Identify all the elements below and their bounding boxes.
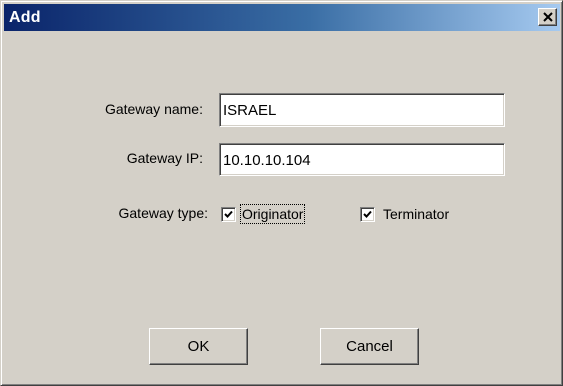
- checkmark-icon: [224, 210, 233, 218]
- title-bar[interactable]: Add: [4, 4, 560, 31]
- gateway-ip-input[interactable]: [223, 149, 493, 171]
- gateway-type-label: Gateway type:: [118, 205, 209, 221]
- cancel-button[interactable]: Cancel: [320, 328, 419, 365]
- ok-button[interactable]: OK: [149, 328, 248, 365]
- window-title: Add: [9, 9, 41, 26]
- gateway-ip-field[interactable]: [219, 143, 505, 176]
- gateway-name-label: Gateway name:: [104, 101, 203, 117]
- close-icon: [543, 12, 553, 22]
- terminator-label[interactable]: Terminator: [383, 206, 449, 222]
- gateway-name-input[interactable]: [223, 99, 493, 121]
- terminator-checkbox[interactable]: [360, 207, 375, 222]
- gateway-ip-label: Gateway IP:: [126, 150, 203, 166]
- gateway-name-field[interactable]: [219, 93, 505, 127]
- originator-checkbox[interactable]: [221, 207, 236, 222]
- add-dialog: Add Gateway name: Gateway IP: Gateway ty…: [0, 0, 563, 386]
- close-button[interactable]: [538, 8, 557, 26]
- checkmark-icon: [363, 210, 372, 218]
- originator-label[interactable]: Originator: [239, 204, 306, 224]
